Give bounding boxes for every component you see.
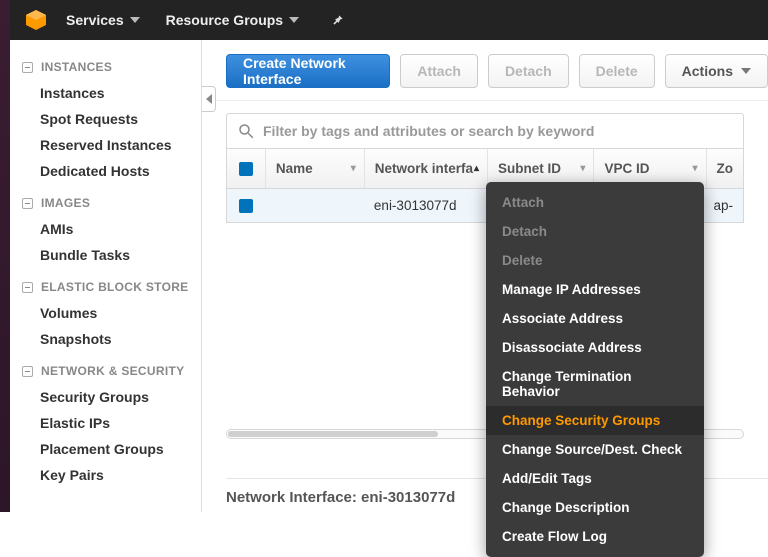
delete-button[interactable]: Delete [579, 54, 655, 88]
sidebar-group-label: NETWORK & SECURITY [41, 364, 184, 378]
sidebar-item-volumes[interactable]: Volumes [20, 300, 197, 326]
ctx-change-description[interactable]: Change Description [486, 493, 704, 522]
button-label: Actions [682, 63, 733, 79]
button-label: Create Network Interface [243, 55, 373, 87]
os-launcher-stripe [0, 0, 10, 512]
sidebar-inner: INSTANCES Instances Spot Requests Reserv… [10, 40, 201, 488]
attach-button[interactable]: Attach [400, 54, 478, 88]
cell-network-interface-id: eni-3013077d [374, 198, 457, 213]
actions-button[interactable]: Actions [665, 54, 768, 88]
button-label: Delete [596, 63, 638, 79]
button-label: Attach [417, 63, 461, 79]
sidebar-item-reserved-instances[interactable]: Reserved Instances [20, 132, 197, 158]
ctx-associate-address[interactable]: Associate Address [486, 304, 704, 333]
ctx-delete[interactable]: Delete [486, 246, 704, 275]
sidebar-collapse-handle[interactable] [202, 86, 216, 112]
select-all-cell[interactable] [227, 149, 266, 188]
col-name[interactable]: Name ▾ [266, 149, 365, 188]
sidebar-item-amis[interactable]: AMIs [20, 216, 197, 242]
ctx-detach[interactable]: Detach [486, 217, 704, 246]
sort-icon: ▾ [580, 163, 585, 174]
sort-asc-icon: ▴ [474, 163, 479, 174]
sidebar-group-label: IMAGES [41, 196, 90, 210]
collapse-icon [22, 366, 33, 377]
sidebar-item-spot-requests[interactable]: Spot Requests [20, 106, 197, 132]
ctx-change-security-groups[interactable]: Change Security Groups [486, 406, 704, 435]
checkbox-icon [239, 199, 253, 213]
checkbox-icon [239, 162, 253, 176]
ctx-manage-ip-addresses[interactable]: Manage IP Addresses [486, 275, 704, 304]
sidebar-item-key-pairs[interactable]: Key Pairs [20, 462, 197, 488]
resource-groups-menu[interactable]: Resource Groups [166, 12, 299, 28]
button-label: Detach [505, 63, 552, 79]
search-input[interactable] [263, 123, 733, 139]
sidebar-item-instances[interactable]: Instances [20, 80, 197, 106]
actions-context-menu: Attach Detach Delete Manage IP Addresses… [486, 182, 704, 557]
col-zone[interactable]: Zo [707, 149, 744, 188]
detach-button[interactable]: Detach [488, 54, 569, 88]
ec2-sidebar: INSTANCES Instances Spot Requests Reserv… [10, 40, 202, 512]
sidebar-group-label: ELASTIC BLOCK STORE [41, 280, 189, 294]
col-label: Name [276, 161, 313, 176]
aws-logo-icon[interactable] [24, 8, 48, 32]
col-network-interface-id[interactable]: Network interfa▴ [365, 149, 488, 188]
ctx-create-flow-log[interactable]: Create Flow Log [486, 522, 704, 551]
ctx-add-edit-tags[interactable]: Add/Edit Tags [486, 464, 704, 493]
chevron-down-icon [130, 17, 140, 23]
col-label: Zo [717, 161, 734, 176]
ctx-attach[interactable]: Attach [486, 188, 704, 217]
toolbar: Create Network Interface Attach Detach D… [202, 40, 768, 101]
search-icon [237, 122, 255, 140]
create-network-interface-button[interactable]: Create Network Interface [226, 54, 390, 88]
sidebar-item-security-groups[interactable]: Security Groups [20, 384, 197, 410]
col-label: Subnet ID [498, 161, 561, 176]
chevron-down-icon [289, 17, 299, 23]
cell-zone: ap- [714, 198, 734, 213]
sidebar-group-instances[interactable]: INSTANCES [22, 60, 197, 74]
resource-groups-label: Resource Groups [166, 12, 283, 28]
ctx-change-termination-behavior[interactable]: Change Termination Behavior [486, 362, 704, 406]
aws-topbar: Services Resource Groups [10, 0, 768, 40]
sidebar-item-snapshots[interactable]: Snapshots [20, 326, 197, 352]
services-menu[interactable]: Services [66, 12, 140, 28]
scrollbar-thumb[interactable] [228, 431, 438, 437]
sidebar-group-ebs[interactable]: ELASTIC BLOCK STORE [22, 280, 197, 294]
sidebar-item-elastic-ips[interactable]: Elastic IPs [20, 410, 197, 436]
sidebar-group-images[interactable]: IMAGES [22, 196, 197, 210]
sidebar-group-network-security[interactable]: NETWORK & SECURITY [22, 364, 197, 378]
sidebar-item-dedicated-hosts[interactable]: Dedicated Hosts [20, 158, 197, 184]
sidebar-item-bundle-tasks[interactable]: Bundle Tasks [20, 242, 197, 268]
sort-icon: ▾ [351, 163, 356, 174]
services-label: Services [66, 12, 124, 28]
col-label: VPC ID [604, 161, 649, 176]
collapse-icon [22, 62, 33, 73]
sidebar-group-label: INSTANCES [41, 60, 112, 74]
detail-label: Network Interface: eni-3013077d [226, 489, 455, 506]
pin-icon[interactable] [331, 13, 345, 27]
col-label: Network interfa [375, 161, 473, 176]
row-select-cell[interactable] [227, 189, 266, 222]
sidebar-item-placement-groups[interactable]: Placement Groups [20, 436, 197, 462]
collapse-icon [22, 282, 33, 293]
chevron-down-icon [741, 68, 751, 74]
ctx-change-source-dest-check[interactable]: Change Source/Dest. Check [486, 435, 704, 464]
sort-icon: ▾ [692, 163, 697, 174]
ctx-disassociate-address[interactable]: Disassociate Address [486, 333, 704, 362]
filter-searchbar[interactable] [226, 113, 744, 149]
collapse-icon [22, 198, 33, 209]
